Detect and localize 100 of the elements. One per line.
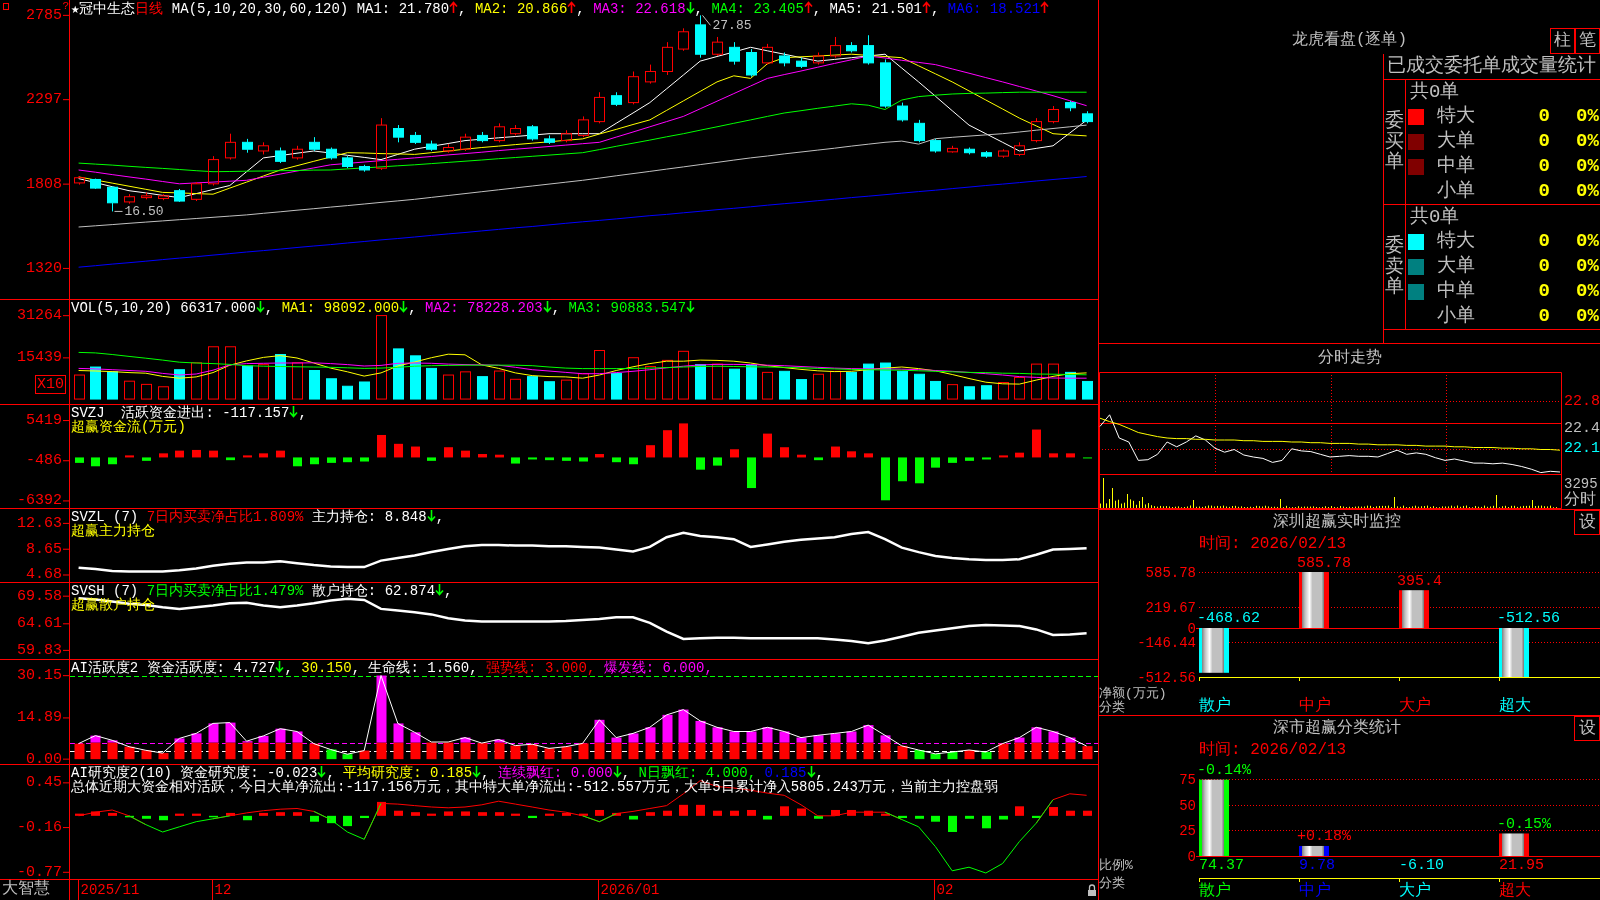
volume-bar <box>174 369 185 400</box>
volume-bar <box>846 371 857 400</box>
volume-bar <box>578 373 589 400</box>
bar <box>1299 572 1329 628</box>
indicator-bar <box>1083 457 1092 459</box>
volume-bar <box>1048 363 1059 400</box>
indicator-bar <box>696 804 705 816</box>
settings-button[interactable]: 设 <box>1574 716 1600 741</box>
indicator-bar <box>544 748 555 760</box>
indicator-bar <box>208 742 219 760</box>
volume-bar <box>830 370 841 400</box>
indicator-bar <box>982 457 991 460</box>
indicator-bar <box>495 812 504 816</box>
indicator-bar <box>141 750 152 760</box>
volume-bar <box>292 362 303 400</box>
indicator-bar <box>461 450 470 458</box>
volume-bar <box>1014 376 1025 400</box>
indicator-header: AI研究度2(10) 资金研究度: -0.023 , 平均研究度: 0.185 , 连续飘红: 0.000 , N日飘红: 4.000, 0.185 , <box>71 765 824 780</box>
indicator-bar <box>443 742 454 760</box>
candle <box>208 155 219 186</box>
candle <box>225 133 236 161</box>
value-label: 74.37 <box>1199 856 1244 874</box>
indicator-bar <box>1066 453 1075 458</box>
indicator-bar <box>393 723 404 743</box>
indicator-bar <box>981 751 992 760</box>
indicator-bar <box>528 457 537 460</box>
volume-bar <box>410 355 421 400</box>
axis-label: 0 <box>1187 848 1196 865</box>
volume-bar <box>158 386 169 400</box>
help-text: ? <box>62 0 69 12</box>
share-text: 0% <box>1576 305 1599 328</box>
candle <box>443 143 454 154</box>
indicator-bar <box>847 451 856 458</box>
indicator-bar <box>663 810 672 816</box>
candle <box>527 124 538 142</box>
candle <box>762 43 773 66</box>
indicator-bar <box>763 433 772 458</box>
axis-label: 8.65 <box>26 540 62 558</box>
indicator-bar <box>377 435 386 458</box>
volume-bar <box>191 362 202 400</box>
candle <box>1065 100 1076 112</box>
indicator-bar <box>159 815 168 821</box>
indicator-bar <box>359 750 370 760</box>
candle <box>309 136 320 152</box>
volume-bar <box>998 382 1009 400</box>
indicator-bar <box>259 453 268 458</box>
indicator-bar <box>427 457 436 461</box>
indicator-header: ★冠中生态日线 MA(5,10,20,30,60,120) MA1: 21.780 , MA2: 20.866 , MA3: 22.618 , MA4: 23.405 , MA5: 21.501 , MA6: 18.521 <box>71 1 1050 16</box>
category-label: 散户 <box>1199 697 1231 715</box>
volume-bar <box>712 363 723 400</box>
indicator-bar <box>629 815 638 820</box>
indicator-bar <box>747 809 756 816</box>
volume-bar <box>678 350 689 400</box>
section-title: 深圳超赢实时监控 <box>1272 513 1401 531</box>
row-label: 特大 <box>1437 230 1475 253</box>
total-text: 共0单 <box>1410 81 1460 103</box>
candle <box>813 52 824 66</box>
axis-label: 1808 <box>26 175 62 193</box>
bar <box>1499 628 1529 677</box>
indicator-bar <box>713 457 722 466</box>
candle <box>846 41 857 53</box>
indicator-bar <box>645 727 656 743</box>
indicator-bar <box>192 813 201 816</box>
indicator-bar <box>225 722 236 743</box>
candle <box>830 36 841 59</box>
candle <box>914 119 925 143</box>
indicator-bar <box>510 745 521 760</box>
candle <box>662 41 673 76</box>
indicator-bar <box>310 815 319 822</box>
indicator-bar <box>947 751 958 760</box>
volume-bar <box>863 363 874 400</box>
bar <box>1199 628 1229 673</box>
volume-bar <box>443 374 454 400</box>
candle <box>998 148 1009 159</box>
indicator-bar <box>478 454 487 458</box>
indicator-bar <box>1031 727 1042 743</box>
candle <box>578 115 589 138</box>
volume-bar <box>930 380 941 400</box>
indicator-bar <box>595 809 604 816</box>
axis-title: 净额(万元) <box>1099 685 1167 701</box>
settings-button[interactable]: 设 <box>1574 510 1600 535</box>
value-label: 9.78 <box>1299 856 1335 874</box>
value-label: 395.4 <box>1397 572 1442 590</box>
volume-bar <box>628 357 639 400</box>
indicator-bar <box>999 455 1008 458</box>
indicator-bar <box>645 742 656 760</box>
indicator-bar <box>243 455 252 458</box>
share-text: 0% <box>1576 255 1599 278</box>
row-label: 大单 <box>1437 130 1475 153</box>
bar <box>1399 590 1429 628</box>
indicator-bar <box>864 453 873 458</box>
indicator-bar <box>964 750 975 760</box>
indicator-bar <box>881 457 890 501</box>
indicator-bar <box>579 813 588 816</box>
indicator-bar <box>528 815 537 819</box>
volume-bar <box>460 371 471 400</box>
mode-button[interactable]: 柱 <box>1550 28 1575 54</box>
mode-button[interactable]: 笔 <box>1575 28 1600 54</box>
axis-label: 50 <box>1179 797 1196 814</box>
side-label: 委买单 <box>1385 110 1404 174</box>
